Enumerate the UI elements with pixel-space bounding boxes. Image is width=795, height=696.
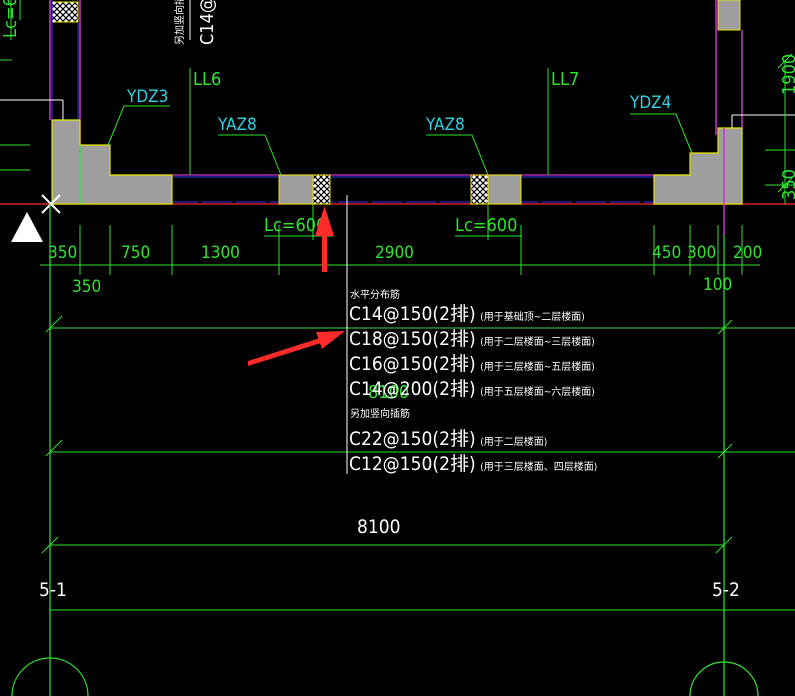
axis-label-5-2: 5-2 [712,579,740,601]
dim-100: 100 [703,275,732,295]
lc-dimensions: Lc=600 Lc=600 [264,204,522,240]
yaz8-left-hatch [312,174,331,205]
grid-lines: 8100 8100 5-1 5-2 [11,204,795,696]
dim-300: 300 [687,243,716,263]
dim-750: 750 [121,243,150,263]
top-hatch-block [51,1,79,23]
rebar-line-3: C16@150(2排) (用于三层楼面~五层楼面) [349,353,595,375]
rebar-line-5: C22@150(2排) (用于二层楼面) [349,428,547,450]
ll6-label: LL6 [193,69,221,90]
dim-2900: 2900 [375,243,414,263]
dim-350b: 350 [72,277,101,297]
top-right-wall-fill [717,0,741,31]
dim-350a: 350 [48,243,77,263]
lc-top-left-label: Lc=6 [0,0,21,38]
heading-horizontal-rebar: 水平分布筋 [350,288,400,301]
yaz8-right-label: YAZ8 [425,115,465,135]
yaz8-left-column [278,174,314,205]
cad-drawing-canvas: Lc=6 另加竖向插筋 C14@1 1900 350 LL6 LL7 YDZ3 … [0,0,795,696]
axis-label-5-1: 5-1 [39,579,67,601]
dim-450: 450 [652,243,681,263]
ydz4-column [653,127,743,205]
view-triangle-icon [11,212,43,242]
rebar-annotation: 水平分布筋 C14@150(2排) (用于基础顶~二层楼面) C18@150(2… [346,195,597,475]
rebar-line-1: C14@150(2排) (用于基础顶~二层楼面) [349,303,585,325]
ydz3-label: YDZ3 [126,87,168,107]
yaz8-right-column [487,174,522,205]
right-dim-350: 350 [779,169,795,200]
red-pointer-arrow-icon [248,331,345,366]
ydz3-column [51,119,173,205]
rotated-small-label: 另加竖向插筋 [173,0,186,45]
rebar-line-4: C14@200(2排) (用于五层楼面~六层楼面) [349,378,595,400]
component-labels: LL6 LL7 YDZ3 YAZ8 YAZ8 YDZ4 [107,68,693,176]
rebar-line-6: C12@150(2排) (用于三层楼面、四层楼面) [349,453,597,475]
lc600-right-label: Lc=600 [455,215,517,236]
dim-1300: 1300 [201,243,240,263]
dimension-chain: 350 750 1300 2900 450 300 200 350 100 [40,225,762,297]
yaz8-right-hatch [470,174,489,205]
heading-extra-vertical-rebar: 另加竖向插筋 [350,407,410,420]
dim-8100: 8100 [357,516,401,538]
wall-strip [0,119,795,235]
yaz8-left-label: YAZ8 [217,115,257,135]
rotated-rebar-label: C14@1 [197,0,218,45]
rebar-line-2: C18@150(2排) (用于二层楼面~三层楼面) [349,328,595,350]
right-dim-1900: 1900 [779,54,795,95]
ydz4-label: YDZ4 [629,93,671,113]
ll7-label: LL7 [551,69,579,90]
dim-200: 200 [733,243,762,263]
